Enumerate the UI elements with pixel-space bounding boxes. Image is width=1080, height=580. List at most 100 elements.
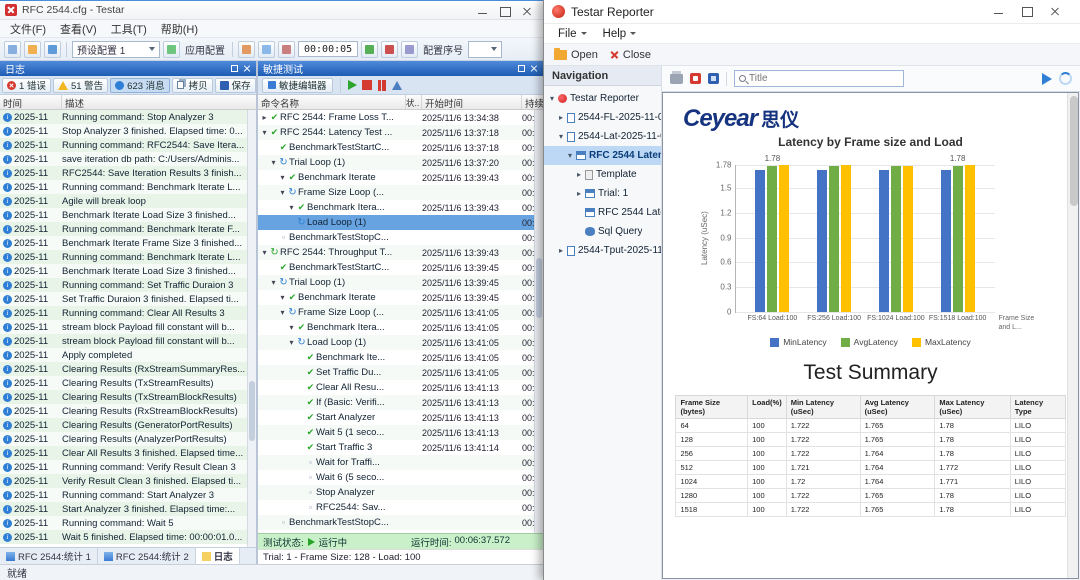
close-panel-icon[interactable] (530, 65, 538, 73)
avglatency-bar[interactable] (829, 166, 839, 312)
avglatency-bar[interactable] (767, 166, 777, 312)
expander-icon[interactable]: ▾ (260, 248, 269, 257)
command-tree-row[interactable]: ▫BenchmarkTestStopC...00:00:0... (258, 230, 534, 245)
log-row[interactable]: i2025-11Clearing Results (AnalyzerPortRe… (0, 432, 247, 446)
log-tab-copy[interactable]: 拷贝 (172, 78, 213, 93)
capture-icon[interactable] (278, 41, 295, 58)
results-chart-icon[interactable] (258, 41, 275, 58)
command-tree-row[interactable]: ↻Load Loop (1)00:00:... (258, 215, 534, 230)
maximize-button[interactable] (494, 3, 516, 18)
avglatency-bar[interactable] (891, 166, 901, 312)
expander-icon[interactable]: ▾ (278, 293, 287, 302)
nav-item[interactable]: ▾RFC 2544 Latency S... (544, 146, 661, 165)
command-tree-row[interactable]: ▫Wait for Traffi...00:00:0... (258, 455, 534, 470)
minlatency-bar[interactable] (817, 170, 827, 312)
command-tree-row[interactable]: ✔BenchmarkTestStartC...2025/11/6 13:39:4… (258, 260, 534, 275)
expander-icon[interactable]: ▸ (574, 189, 584, 198)
summary-row[interactable]: 5121001.7211.7641.772LILO (676, 461, 1065, 475)
log-row[interactable]: i2025-11Wait 5 finished. Elapsed time: 0… (0, 530, 247, 544)
print-icon[interactable] (670, 74, 683, 84)
command-tree-row[interactable]: ▾✔Benchmark Iterate2025/11/6 13:39:4300:… (258, 170, 534, 185)
maxlatency-bar[interactable] (779, 165, 789, 312)
minlatency-bar[interactable] (755, 170, 765, 312)
log-row[interactable]: i2025-11Clearing Results (TxStreamBlockR… (0, 390, 247, 404)
expander-icon[interactable]: ▸ (556, 113, 566, 122)
scrollbar-thumb[interactable] (536, 258, 542, 318)
nav-item[interactable]: ▾2544-Lat-2025-11-06 (544, 127, 661, 146)
log-row[interactable]: i2025-11Running command: Benchmark Itera… (0, 180, 247, 194)
nav-item[interactable]: ▸2544-FL-2025-11-06... (544, 108, 661, 127)
log-row[interactable]: i2025-11Clear All Results 3 finished. El… (0, 446, 247, 460)
expander-icon[interactable]: ▸ (556, 246, 566, 255)
column-status[interactable]: 状.. (406, 95, 422, 109)
open-button[interactable]: Open (554, 49, 598, 61)
minlatency-bar[interactable] (941, 170, 951, 312)
command-tree-row[interactable]: ▾↻Frame Size Loop (...00:00:0... (258, 185, 534, 200)
open-config-icon[interactable] (24, 41, 41, 58)
menu-item[interactable]: File (552, 28, 593, 40)
command-tree-row[interactable]: ▾↻Frame Size Loop (...2025/11/6 13:41:05… (258, 305, 534, 320)
summary-row[interactable]: 10241001.721.7641.771LILO (676, 475, 1065, 489)
expander-icon[interactable]: ▾ (547, 94, 557, 103)
export-excel-icon[interactable] (708, 73, 719, 84)
log-row[interactable]: i2025-11Running command: Stop Analyzer 3 (0, 110, 247, 124)
log-row[interactable]: i2025-11Running command: Verify Result C… (0, 460, 247, 474)
expander-icon[interactable]: ▾ (278, 188, 287, 197)
log-row[interactable]: i2025-11Running command: Wait 5 (0, 516, 247, 530)
log-row[interactable]: i2025-11stream block Payload fill consta… (0, 334, 247, 348)
sequencer-dropdown[interactable] (468, 41, 502, 58)
workspace-tab[interactable]: RFC 2544:统计 1 (0, 548, 98, 564)
log-tab-warning[interactable]: 51 警告 (53, 78, 108, 93)
log-tab-error[interactable]: 1 错误 (2, 78, 51, 93)
log-row[interactable]: i2025-11Stop Analyzer 3 finished. Elapse… (0, 124, 247, 138)
avglatency-bar[interactable] (953, 166, 963, 312)
command-tree-row[interactable]: ▾↻Trial Loop (1)2025/11/6 13:39:4500:00:… (258, 275, 534, 290)
log-row[interactable]: i2025-11Running command: Set Traffic Dur… (0, 278, 247, 292)
nav-item[interactable]: ▾Testar Reporter (544, 89, 661, 108)
expander-icon[interactable]: ▸ (260, 113, 269, 122)
maxlatency-bar[interactable] (965, 165, 975, 312)
log-row[interactable]: i2025-11Benchmark Iterate Frame Size 3 f… (0, 236, 247, 250)
stop-test-icon[interactable] (362, 80, 372, 90)
command-tree-row[interactable]: ▫Wait 6 (5 seco...00:00:0... (258, 470, 534, 485)
expander-icon[interactable]: ▾ (287, 338, 296, 347)
minlatency-bar[interactable] (879, 170, 889, 312)
log-row[interactable]: i2025-11Clearing Results (GeneratorPortR… (0, 418, 247, 432)
log-row[interactable]: i2025-11stream block Payload fill consta… (0, 320, 247, 334)
log-row[interactable]: i2025-11Clearing Results (TxStreamResult… (0, 376, 247, 390)
command-tree-row[interactable]: ▫BenchmarkTestStopC...00:00:0... (258, 515, 534, 530)
command-tree-row[interactable]: ▾✔Benchmark Iterate2025/11/6 13:39:4500:… (258, 290, 534, 305)
log-row[interactable]: i2025-11Running command: Clear All Resul… (0, 306, 247, 320)
pause-test-icon[interactable] (377, 80, 387, 91)
log-row[interactable]: i2025-11Apply completed (0, 348, 247, 362)
log-row[interactable]: i2025-11Agile will break loop (0, 194, 247, 208)
scrollbar-thumb[interactable] (249, 381, 255, 441)
log-row[interactable]: i2025-11Running command: Benchmark Itera… (0, 222, 247, 236)
log-row[interactable]: i2025-11Running command: RFC2544: Save I… (0, 138, 247, 152)
command-tree-row[interactable]: ✔Set Traffic Du...2025/11/6 13:41:0500:0… (258, 365, 534, 380)
command-tree-row[interactable]: ▾↻Load Loop (1)2025/11/6 13:41:0500:00:0… (258, 335, 534, 350)
agile-editor-button[interactable]: 敏捷编辑器 (262, 78, 333, 93)
summary-row[interactable]: 12801001.7221.7651.78LILO (676, 489, 1065, 503)
command-tree-row[interactable]: ✔If (Basic: Verifi...2025/11/6 13:41:130… (258, 395, 534, 410)
move-up-icon[interactable] (392, 81, 402, 90)
command-tree-row[interactable]: ▾✔Benchmark Itera...2025/11/6 13:41:0500… (258, 320, 534, 335)
minimize-button[interactable] (472, 3, 494, 18)
command-tree-row[interactable]: ▾✔RFC 2544: Latency Test ...2025/11/6 13… (258, 125, 534, 140)
log-row[interactable]: i2025-11Set Traffic Duraion 3 finished. … (0, 292, 247, 306)
expander-icon[interactable]: ▸ (574, 170, 584, 179)
close-button[interactable] (1044, 3, 1072, 21)
maxlatency-bar[interactable] (841, 165, 851, 312)
maxlatency-bar[interactable] (903, 166, 913, 312)
log-tab-save[interactable]: 保存 (215, 78, 256, 93)
summary-row[interactable]: 1281001.7221.7651.78LILO (676, 433, 1065, 447)
column-start-time[interactable]: 开始时间 (422, 95, 522, 109)
close-button[interactable] (516, 3, 538, 18)
nav-item[interactable]: RFC 2544 Latency T... (544, 203, 661, 222)
command-tree-row[interactable]: ✔Wait 5 (1 seco...2025/11/6 13:41:1300:0… (258, 425, 534, 440)
save-config-icon[interactable] (44, 41, 61, 58)
command-tree-row[interactable]: ✔Start Traffic 32025/11/6 13:41:1400:00:… (258, 440, 534, 455)
start-traffic-icon[interactable] (361, 41, 378, 58)
expander-icon[interactable]: ▾ (556, 132, 566, 141)
summary-row[interactable]: 641001.7221.7651.78LILO (676, 419, 1065, 433)
